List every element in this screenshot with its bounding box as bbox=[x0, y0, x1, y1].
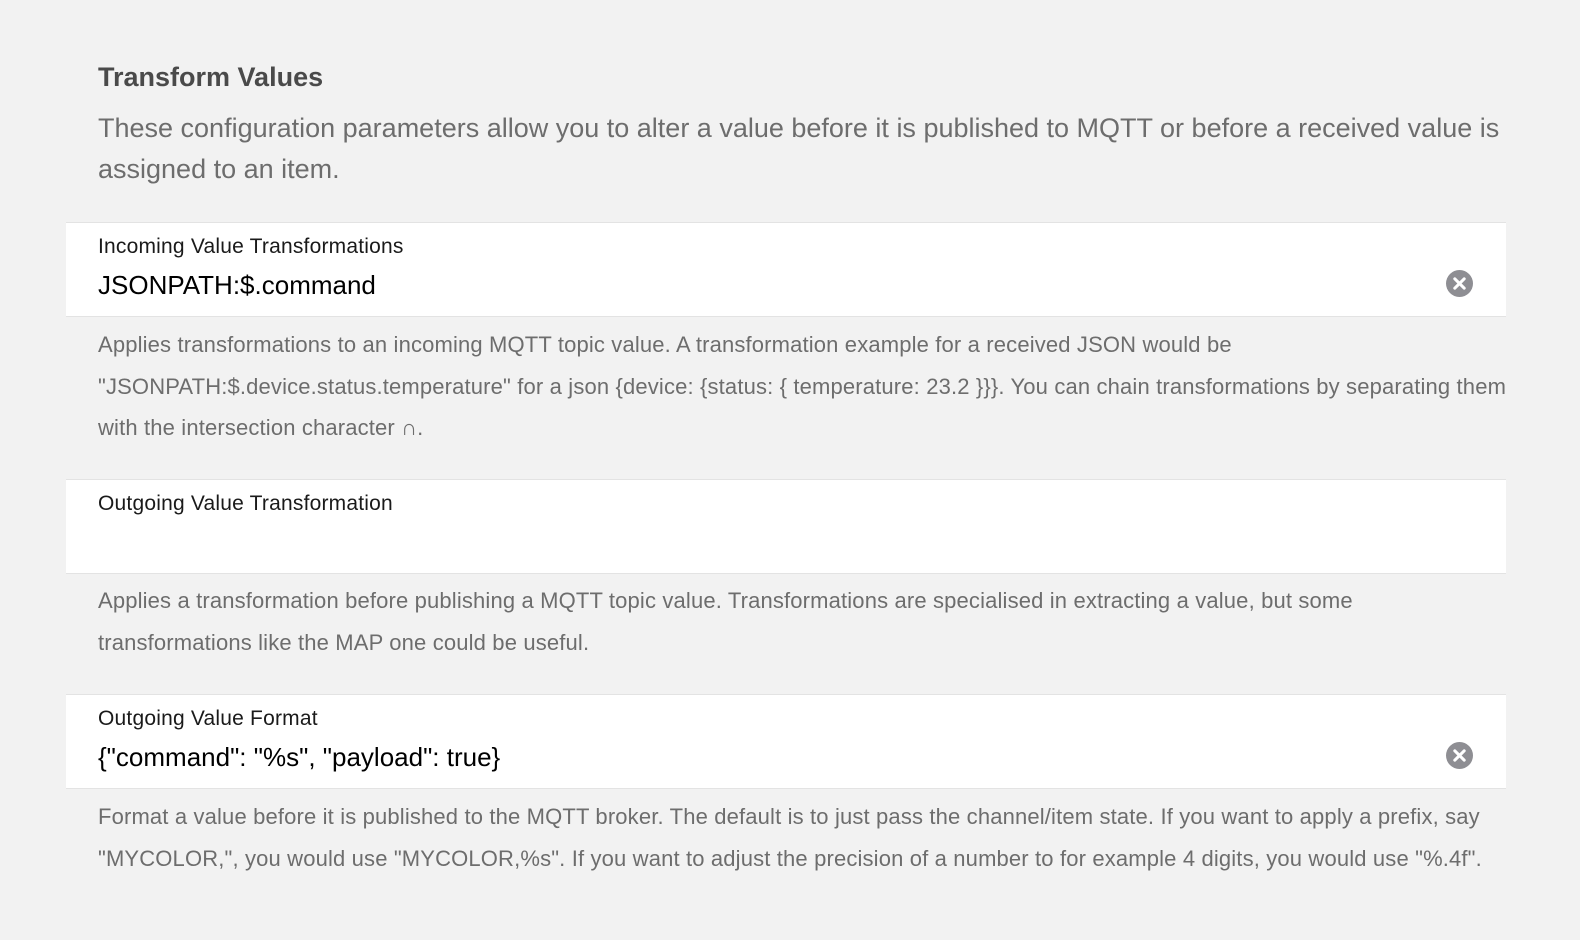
incoming-transformations-input[interactable] bbox=[98, 267, 1418, 303]
incoming-transformations-field[interactable]: Incoming Value Transformations bbox=[66, 222, 1506, 317]
outgoing-format-field[interactable]: Outgoing Value Format bbox=[66, 694, 1506, 789]
close-circle-icon bbox=[1453, 749, 1466, 762]
section-description: These configuration parameters allow you… bbox=[98, 113, 1500, 184]
outgoing-transformation-input[interactable] bbox=[98, 524, 1418, 560]
outgoing-transformation-label: Outgoing Value Transformation bbox=[98, 492, 393, 515]
clear-incoming-transformations-button[interactable] bbox=[1446, 270, 1473, 297]
outgoing-format-input[interactable] bbox=[98, 739, 1418, 775]
section-title: Transform Values bbox=[98, 62, 324, 92]
close-circle-icon bbox=[1453, 277, 1466, 290]
outgoing-transformation-field[interactable]: Outgoing Value Transformation bbox=[66, 479, 1506, 574]
incoming-transformations-label: Incoming Value Transformations bbox=[98, 235, 404, 258]
clear-outgoing-format-button[interactable] bbox=[1446, 742, 1473, 769]
outgoing-transformation-help: Applies a transformation before publishi… bbox=[98, 588, 1353, 655]
incoming-transformations-help: Applies transformations to an incoming M… bbox=[98, 332, 1507, 440]
outgoing-format-help: Format a value before it is published to… bbox=[98, 804, 1482, 871]
outgoing-format-label: Outgoing Value Format bbox=[98, 707, 318, 730]
